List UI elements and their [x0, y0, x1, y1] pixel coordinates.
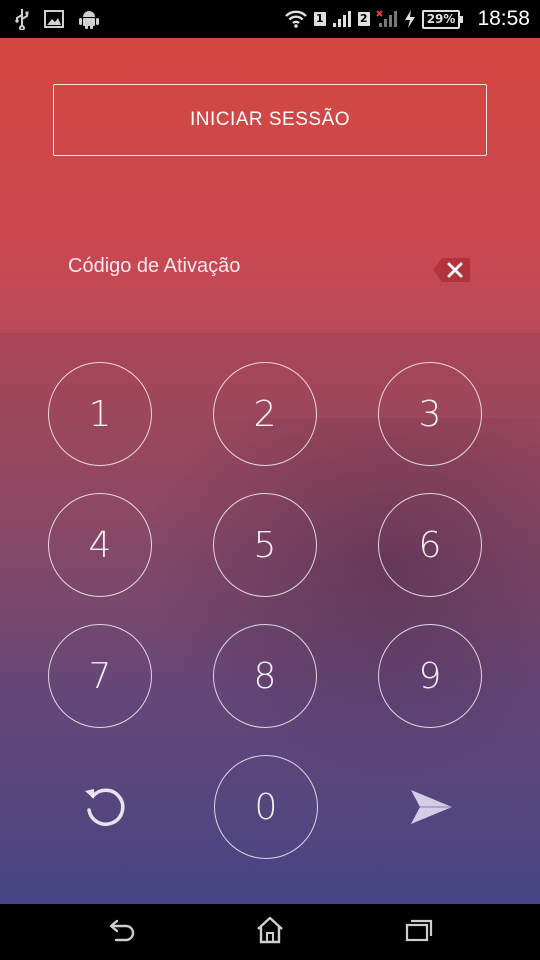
back-icon	[106, 918, 136, 946]
back-button[interactable]	[91, 914, 151, 950]
battery-indicator: 29%	[421, 9, 464, 29]
key-1[interactable]: 1	[48, 362, 152, 466]
recents-icon	[404, 918, 434, 946]
key-0[interactable]: 0	[214, 755, 318, 859]
key-8[interactable]: 8	[213, 624, 317, 728]
activation-code-field[interactable]: Código de Ativação	[68, 255, 240, 278]
key-6[interactable]: 6	[378, 493, 482, 597]
login-button[interactable]: INICIAR SESSÃO	[53, 84, 487, 156]
signal-off-icon	[375, 10, 398, 28]
refresh-icon	[77, 779, 133, 839]
main-screen: INICIAR SESSÃO Código de Ativação 1 2 3 …	[0, 38, 540, 904]
android-icon	[78, 8, 100, 30]
reset-button[interactable]	[70, 774, 140, 844]
signal-icon	[332, 10, 352, 28]
recents-button[interactable]	[389, 914, 449, 950]
backspace-icon[interactable]	[432, 257, 472, 283]
sim1-label: 1	[313, 12, 326, 26]
activation-code-row: Código de Ativação	[0, 233, 540, 308]
home-icon	[255, 916, 285, 948]
send-button[interactable]	[396, 774, 466, 844]
send-icon	[406, 782, 456, 836]
key-5[interactable]: 5	[213, 493, 317, 597]
wifi-icon	[284, 9, 308, 29]
keypad: 1 2 3 4 5 6 7 8 9 0	[0, 361, 540, 861]
key-9[interactable]: 9	[378, 624, 482, 728]
battery-level: 29%	[421, 9, 461, 29]
key-2[interactable]: 2	[213, 362, 317, 466]
clock: 18:58	[477, 7, 530, 30]
home-button[interactable]	[240, 914, 300, 950]
status-bar: 1 2 29% 18:58	[0, 0, 540, 38]
key-4[interactable]: 4	[48, 493, 152, 597]
charging-icon	[404, 9, 416, 29]
nav-bar	[0, 904, 540, 960]
key-3[interactable]: 3	[378, 362, 482, 466]
key-7[interactable]: 7	[48, 624, 152, 728]
sim2-label: 2	[357, 12, 370, 26]
image-icon	[44, 10, 64, 28]
usb-icon	[14, 8, 30, 30]
